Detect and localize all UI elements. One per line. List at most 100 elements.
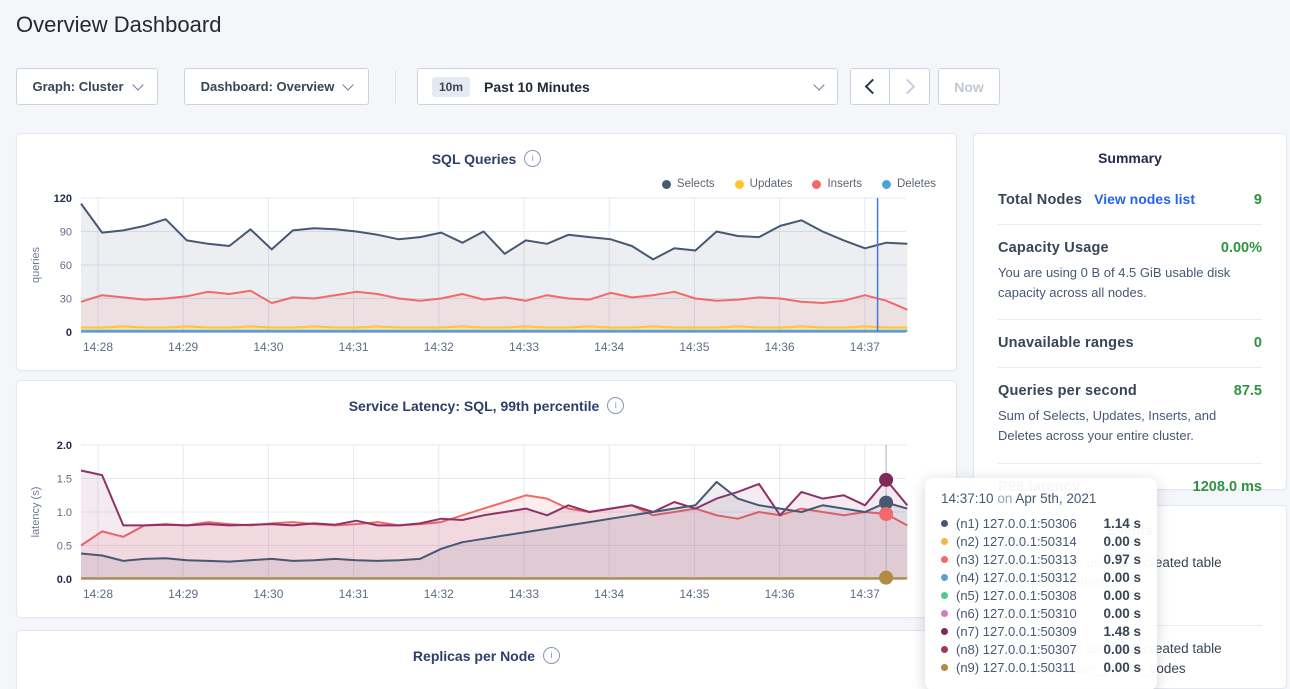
svg-text:14:31: 14:31 [339,587,369,601]
svg-text:0: 0 [66,327,72,339]
tooltip-node-label: (n3) 127.0.0.1:50313 [956,552,1077,567]
svg-text:120: 120 [54,193,72,205]
now-button[interactable]: Now [938,68,1000,105]
time-range-dropdown[interactable]: 10m Past 10 Minutes [417,68,838,105]
deletes-dot-icon [882,180,891,189]
svg-text:14:33: 14:33 [509,340,539,354]
chart-hover-tooltip: 14:37:10 on Apr 5th, 2021 (n1) 127.0.0.1… [925,478,1157,689]
svg-text:14:37: 14:37 [850,340,880,354]
series-dot-icon [941,520,948,527]
summary-desc: Sum of Selects, Updates, Inserts, and De… [998,406,1262,446]
dashboard-dropdown[interactable]: Dashboard: Overview [184,68,369,105]
toolbar-divider [395,70,396,103]
tooltip-node-value: 0.97 s [1103,552,1141,567]
summary-value: 0.00% [1221,240,1262,256]
tooltip-node-label: (n4) 127.0.0.1:50312 [956,570,1077,585]
page-title: Overview Dashboard [16,12,221,38]
summary-value: 0 [1254,335,1262,351]
series-dot-icon [941,610,948,617]
series-dot-icon [941,556,948,563]
svg-text:14:35: 14:35 [679,340,709,354]
series-dot-icon [941,646,948,653]
replicas-per-node-card: Replicas per Node i [16,630,957,689]
sql-queries-title: SQL Queries [432,151,517,167]
summary-label: Queries per second [998,383,1137,399]
summary-value: 1208.0 ms [1193,479,1262,495]
series-dot-icon [941,538,948,545]
legend-item-inserts[interactable]: Inserts [812,178,862,190]
summary-card: Summary Total Nodes View nodes list 9 Ca… [973,133,1287,490]
series-dot-icon [941,664,948,671]
service-latency-card: Service Latency: SQL, 99th percentile i … [16,380,957,618]
info-icon[interactable]: i [543,647,560,664]
series-dot-icon [941,592,948,599]
tooltip-row: (n4) 127.0.0.1:50312 0.00 s [941,568,1141,586]
svg-text:latency (s): latency (s) [30,487,42,538]
svg-text:2.0: 2.0 [57,440,72,452]
tooltip-row: (n9) 127.0.0.1:503110.00 s [941,658,1141,676]
tooltip-node-label: (n6) 127.0.0.1:50310 [956,606,1077,621]
tooltip-node-label: (n7) 127.0.0.1:50309 [956,624,1077,639]
svg-text:14:28: 14:28 [83,587,113,601]
tooltip-row: (n8) 127.0.0.1:503070.00 s [941,640,1141,658]
legend-item-selects[interactable]: Selects [662,178,715,190]
replicas-per-node-title: Replicas per Node [413,648,535,664]
service-latency-chart[interactable]: 14:2814:2914:3014:3114:3214:3314:3414:35… [17,437,958,613]
svg-text:14:30: 14:30 [253,340,283,354]
next-range-button[interactable] [890,68,930,105]
tooltip-timestamp: 14:37:10 on Apr 5th, 2021 [941,491,1141,506]
tooltip-rows: (n1) 127.0.0.1:503061.14 s(n2) 127.0.0.1… [941,514,1141,676]
chevron-down-icon [132,79,143,90]
tooltip-row: (n3) 127.0.0.1:50313 0.97 s [941,550,1141,568]
selects-dot-icon [662,180,671,189]
svg-text:14:28: 14:28 [83,340,113,354]
tooltip-row: (n2) 127.0.0.1:50314 0.00 s [941,532,1141,550]
svg-text:14:35: 14:35 [679,587,709,601]
svg-text:1.0: 1.0 [57,507,72,519]
info-icon[interactable]: i [524,150,541,167]
series-dot-icon [941,574,948,581]
previous-range-button[interactable] [850,68,890,105]
tooltip-node-value: 0.00 s [1103,660,1141,675]
svg-text:0.5: 0.5 [57,541,72,553]
summary-value: 9 [1254,192,1262,208]
svg-text:14:36: 14:36 [765,587,795,601]
summary-value: 87.5 [1234,383,1262,399]
tooltip-node-label: (n2) 127.0.0.1:50314 [956,534,1077,549]
graph-dropdown-label: Graph: Cluster [32,79,123,94]
summary-header: Summary [974,134,1286,166]
svg-text:1.5: 1.5 [57,474,72,486]
svg-text:14:29: 14:29 [168,340,198,354]
svg-text:14:32: 14:32 [424,587,454,601]
tooltip-node-label: (n8) 127.0.0.1:50307 [956,642,1077,657]
info-icon[interactable]: i [607,397,624,414]
time-range-label: Past 10 Minutes [484,79,590,95]
svg-text:0.0: 0.0 [57,574,72,586]
time-range-badge: 10m [432,77,470,97]
chevron-down-icon [343,79,354,90]
graph-dropdown[interactable]: Graph: Cluster [16,68,158,105]
svg-text:14:31: 14:31 [339,340,369,354]
tooltip-node-value: 0.00 s [1103,606,1141,621]
svg-text:14:29: 14:29 [168,587,198,601]
tooltip-node-value: 0.00 s [1103,588,1141,603]
svg-text:queries: queries [30,246,42,283]
tooltip-node-value: 0.00 s [1103,570,1141,585]
summary-desc: You are using 0 B of 4.5 GiB usable disk… [998,263,1262,303]
svg-text:14:34: 14:34 [594,340,624,354]
svg-text:30: 30 [60,294,72,306]
legend-item-deletes[interactable]: Deletes [882,178,936,190]
tooltip-node-value: 0.00 s [1103,534,1141,549]
svg-text:90: 90 [60,227,72,239]
tooltip-row: (n5) 127.0.0.1:503080.00 s [941,586,1141,604]
sql-queries-card: SQL Queries i Selects Updates Inserts De… [16,133,957,371]
dashboard-dropdown-label: Dashboard: Overview [201,79,335,94]
view-nodes-list-link[interactable]: View nodes list [1094,191,1195,207]
tooltip-row: (n6) 127.0.0.1:50310 0.00 s [941,604,1141,622]
legend-item-updates[interactable]: Updates [735,178,793,190]
sql-queries-chart[interactable]: 14:2814:2914:3014:3114:3214:3314:3414:35… [17,190,958,366]
chevron-right-icon [900,79,916,95]
summary-label: Total Nodes [998,192,1082,208]
svg-text:14:33: 14:33 [509,587,539,601]
summary-row-capacity-usage: Capacity Usage 0.00% You are using 0 B o… [998,225,1262,320]
